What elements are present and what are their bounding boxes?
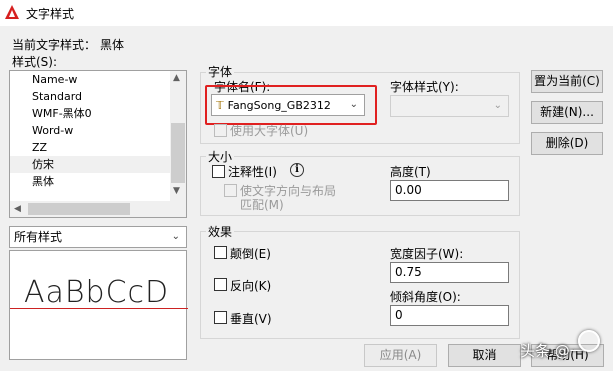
styles-list[interactable]: Name-w Standard WMF-黑体0 Word-w ZZ 仿宋 黑体 ▲ ▼ ◀ — [9, 70, 187, 218]
chevron-down-icon: ⌄ — [171, 231, 180, 242]
window-title: 文字样式 — [26, 7, 75, 21]
new-button[interactable]: 新建(N)... — [531, 101, 603, 124]
backwards-checkbox[interactable] — [214, 278, 227, 291]
style-list-item[interactable]: Word-w — [10, 122, 186, 139]
style-filter-value: 所有样式 — [14, 230, 63, 244]
style-preview: AaBbCcD — [9, 250, 188, 360]
title-bar: 文字样式 — [0, 0, 613, 26]
styles-horizontal-scrollbar[interactable]: ◀ — [10, 201, 186, 217]
delete-button[interactable]: 删除(D) — [531, 132, 603, 155]
width-factor-label: 宽度因子(W): — [390, 247, 464, 261]
set-current-button[interactable]: 置为当前(C) — [531, 70, 603, 93]
vertical-label: 垂直(V) — [230, 312, 272, 326]
match-orientation-label-2: 匹配(M) — [240, 198, 284, 212]
height-label: 高度(T) — [390, 165, 431, 179]
style-list-item[interactable]: 黑体 — [10, 173, 186, 190]
cancel-button[interactable]: 取消 — [448, 344, 521, 367]
autocad-logo-icon — [5, 5, 19, 19]
upside-down-checkbox[interactable] — [214, 246, 227, 259]
text-style-dialog: 文字样式 当前文字样式： 黑体 样式(S): Name-w Standard WMF… — [0, 0, 613, 371]
vertical-checkbox[interactable] — [214, 311, 227, 324]
preview-text: AaBbCcD — [24, 275, 170, 310]
height-input[interactable]: 0.00 — [390, 180, 509, 201]
highlight-box — [205, 85, 377, 125]
preview-baseline — [10, 308, 188, 309]
scroll-left-icon[interactable]: ◀ — [14, 204, 21, 214]
scroll-thumb[interactable] — [171, 123, 185, 183]
match-orientation-checkbox[interactable] — [224, 184, 237, 197]
style-list-item[interactable]: WMF-黑体0 — [10, 105, 186, 122]
font-style-select[interactable]: ⌄ — [390, 95, 509, 117]
styles-label: 样式(S): — [12, 55, 58, 69]
watermark-logo-icon — [578, 330, 600, 352]
apply-button[interactable]: 应用(A) — [364, 344, 437, 367]
scroll-up-icon[interactable]: ▲ — [173, 73, 180, 83]
chevron-down-icon: ⌄ — [493, 100, 502, 111]
current-style-label: 当前文字样式： — [12, 38, 97, 52]
use-bigfont-checkbox[interactable] — [214, 124, 227, 137]
annotative-label: 注释性(I) — [228, 165, 277, 179]
scroll-down-icon[interactable]: ▼ — [173, 186, 180, 196]
info-icon[interactable]: i — [290, 163, 304, 177]
style-list-item[interactable]: ZZ — [10, 139, 186, 156]
upside-down-label: 颠倒(E) — [230, 247, 271, 261]
annotative-checkbox[interactable] — [212, 165, 225, 178]
scroll-thumb[interactable] — [28, 203, 130, 215]
effects-group-label: 效果 — [206, 223, 235, 240]
oblique-angle-input[interactable]: 0 — [390, 305, 509, 326]
styles-vertical-scrollbar[interactable]: ▲ ▼ — [170, 71, 186, 201]
style-list-item[interactable]: 仿宋 — [10, 156, 186, 173]
style-list-item[interactable]: Name-w — [10, 71, 186, 88]
width-factor-input[interactable]: 0.75 — [390, 262, 509, 283]
style-list-item[interactable]: Standard — [10, 88, 186, 105]
oblique-angle-label: 倾斜角度(O): — [390, 290, 461, 304]
watermark-text: 头条 @一 — [520, 342, 585, 360]
style-filter-select[interactable]: 所有样式 ⌄ — [9, 226, 187, 248]
font-style-label: 字体样式(Y): — [390, 80, 459, 94]
use-bigfont-label: 使用大字体(U) — [230, 124, 309, 138]
current-style-value: 黑体 — [100, 38, 125, 52]
backwards-label: 反向(K) — [230, 279, 272, 293]
